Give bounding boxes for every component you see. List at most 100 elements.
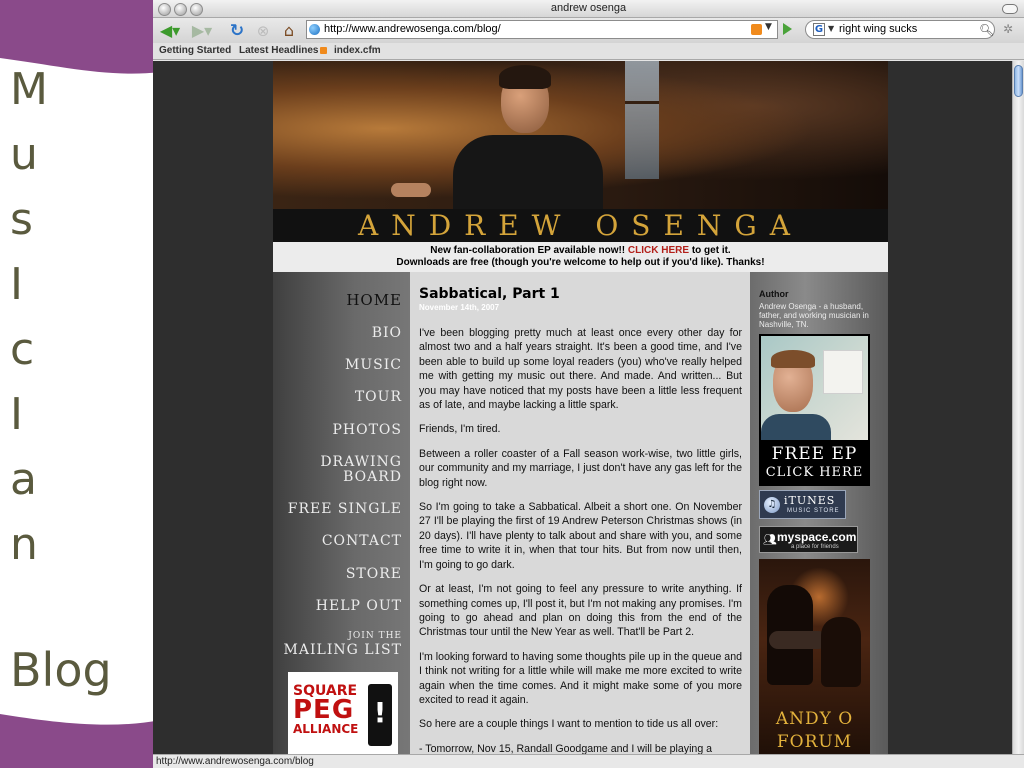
exclamation-icon — [368, 684, 392, 746]
status-bar: http://www.andrewosenga.com/blog — [153, 754, 1024, 768]
navigation-toolbar: ◀▾ ▶▾ ↻ ⊗ ⌂ http://www.andrewosenga.com/… — [153, 18, 1024, 43]
guitar-icon — [769, 631, 827, 649]
nav-join-label[interactable]: JOIN THE — [348, 631, 402, 641]
reload-icon[interactable]: ↻ — [227, 21, 247, 41]
music-note-icon: ♫ — [764, 497, 780, 513]
slide-title-letter: I — [10, 389, 23, 440]
nav-contact[interactable]: CONTACT — [322, 534, 402, 548]
rss-feed-icon[interactable] — [751, 24, 762, 35]
ep-banner-title: FREE EP — [771, 444, 858, 464]
people-icon: 👥︎ — [763, 533, 777, 546]
post-paragraph: Friends, I'm tired. — [419, 423, 501, 436]
page-viewport: ANDREW OSENGA New fan-collaboration EP a… — [153, 61, 1012, 754]
announcement-banner: New fan-collaboration EP available now!!… — [273, 242, 888, 272]
nav-photos[interactable]: PHOTOS — [332, 423, 402, 437]
bookmarks-bar: Getting Started Latest Headlines index.c… — [153, 43, 1024, 60]
myspace-tagline: a place for friends — [791, 544, 839, 550]
photo-person — [453, 135, 603, 215]
post-paragraph: So here are a couple things I want to me… — [419, 718, 719, 731]
screen: M u s I c I a n Blog andrew osenga ◀▾ ▶▾… — [0, 0, 1024, 768]
author-heading: Author — [759, 289, 789, 299]
title-bar: andrew osenga — [153, 0, 1024, 18]
forum-performer — [821, 617, 861, 687]
photo-person-hair — [499, 65, 551, 89]
nav-mailing-list[interactable]: MAILING LIST — [284, 642, 402, 658]
itunes-store-badge[interactable]: ♫ iTUNES MUSIC STORE — [759, 490, 846, 519]
activity-spinner-icon: ✲ — [1003, 22, 1014, 36]
go-arrow-icon[interactable] — [783, 23, 792, 35]
header-window-light — [625, 61, 659, 179]
site-globe-icon — [309, 24, 320, 35]
slide-title-letter: c — [10, 324, 35, 375]
nav-store[interactable]: STORE — [346, 567, 402, 581]
nav-label: BOARD — [343, 469, 402, 485]
browser-window: andrew osenga ◀▾ ▶▾ ↻ ⊗ ⌂ http://www.and… — [153, 0, 1024, 768]
click-here-link[interactable]: CLICK HERE — [628, 245, 689, 256]
chevron-down-icon[interactable]: ▼ — [828, 24, 834, 33]
bookmark-latest-headlines[interactable]: Latest Headlines — [239, 45, 328, 56]
web-page: ANDREW OSENGA New fan-collaboration EP a… — [273, 61, 888, 754]
itunes-label: iTUNES — [784, 494, 836, 507]
rss-feed-icon — [320, 46, 328, 54]
square-peg-wordmark: SQUARE PEG ALLIANCE — [293, 684, 363, 736]
forum-banner-title: ANDY O — [775, 709, 854, 729]
bookmark-label: Latest Headlines — [239, 45, 319, 56]
slide-title-letter: n — [10, 519, 38, 570]
address-bar[interactable]: http://www.andrewosenga.com/blog/ — [306, 20, 778, 39]
nav-bio[interactable]: BIO — [372, 326, 402, 340]
ep-person-shirt — [761, 414, 831, 440]
scrollbar-thumb[interactable] — [1014, 65, 1023, 97]
post-date: November 14th, 2007 — [419, 303, 500, 312]
nav-home[interactable]: HOME — [346, 293, 402, 308]
myspace-label: myspace.com — [777, 530, 857, 544]
toolbar-toggle-button[interactable] — [1002, 4, 1018, 14]
home-icon[interactable]: ⌂ — [279, 21, 299, 40]
slide-title-letter: M — [10, 64, 48, 115]
nav-tour[interactable]: TOUR — [355, 390, 402, 404]
post-paragraph: - Tomorrow, Nov 15, Randall Goodgame and… — [419, 742, 713, 754]
square-peg-alliance-logo[interactable]: SQUARE PEG ALLIANCE — [288, 672, 398, 754]
post-paragraph: Or at least, I'm not going to feel any p… — [419, 583, 742, 639]
announcement-text: to get it. — [689, 245, 731, 256]
vertical-scrollbar[interactable] — [1012, 61, 1024, 754]
nav-free-single[interactable]: FREE SINGLE — [288, 502, 402, 516]
nav-help-out[interactable]: HELP OUT — [316, 599, 402, 613]
header-photo — [273, 61, 888, 215]
post-paragraph: Between a roller coaster of a Fall seaso… — [419, 447, 742, 489]
stop-icon[interactable]: ⊗ — [253, 21, 273, 40]
nav-label: DRAWING — [320, 454, 402, 470]
photo-person-hand — [391, 183, 431, 197]
logo-word: PEG — [293, 695, 355, 725]
nav-drawing-board[interactable]: DRAWING BOARD — [320, 455, 402, 485]
forum-banner-subtitle: FORUM — [776, 732, 853, 752]
site-title[interactable]: ANDREW OSENGA — [273, 209, 888, 242]
ep-person-hair — [771, 350, 815, 368]
right-sidebar: Author Andrew Osenga - a husband, father… — [750, 272, 888, 754]
google-icon[interactable]: G — [813, 23, 825, 36]
nav-music[interactable]: MUSIC — [345, 358, 402, 372]
bookmark-index[interactable]: index.cfm — [334, 45, 381, 56]
post-title[interactable]: Sabbatical, Part 1 — [419, 286, 742, 302]
site-nav: HOME BIO MUSIC TOUR PHOTOS DRAWING BOARD… — [273, 272, 410, 754]
blog-post: Sabbatical, Part 1 November 14th, 2007 I… — [410, 272, 750, 754]
announcement-line-1: New fan-collaboration EP available now!!… — [273, 245, 888, 257]
ep-sign — [823, 350, 863, 394]
free-ep-banner[interactable]: FREE EP CLICK HERE — [759, 334, 870, 486]
myspace-badge[interactable]: 👥︎ myspace.com a place for friends — [759, 526, 858, 553]
slide-bottom-swoosh — [0, 714, 160, 768]
post-paragraph: I've been blogging pretty much at least … — [419, 327, 742, 412]
chevron-down-icon[interactable]: ▼ — [765, 22, 772, 32]
author-description: Andrew Osenga - a husband, father, and w… — [759, 302, 869, 329]
bookmark-getting-started[interactable]: Getting Started — [159, 45, 231, 56]
slide-title-letter: a — [10, 454, 37, 505]
logo-word: ALLIANCE — [293, 722, 359, 736]
forward-arrow-icon[interactable]: ▶▾ — [188, 21, 216, 40]
ep-photo — [761, 336, 868, 440]
search-icon[interactable]: 🔍︎ — [979, 23, 994, 37]
andy-o-forum-banner[interactable]: ANDY O FORUM — [759, 559, 870, 754]
back-arrow-icon[interactable]: ◀▾ — [156, 21, 184, 40]
post-paragraph: So I'm going to take a Sabbatical. Albei… — [419, 501, 742, 571]
slide-title-letter: I — [10, 259, 23, 310]
slide-subtitle: Blog — [10, 643, 112, 697]
window-title: andrew osenga — [550, 2, 627, 14]
